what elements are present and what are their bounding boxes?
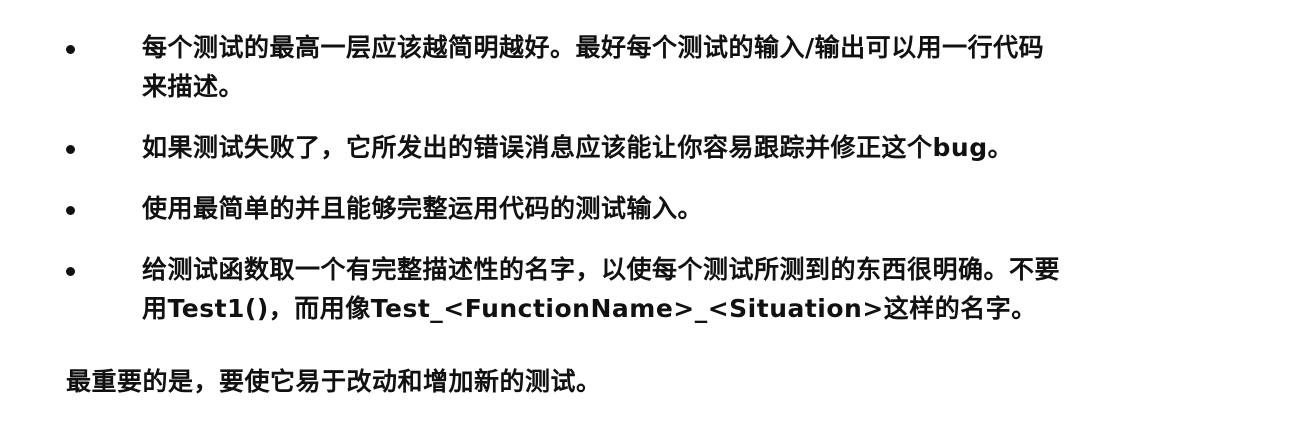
guideline-list: 每个测试的最高一层应该越简明越好。最好每个测试的输入/输出可以用一行代码 来描述… — [0, 28, 1289, 350]
bullet-icon — [66, 45, 75, 54]
list-item: 如果测试失败了，它所发出的错误消息应该能让你容易跟踪并修正这个bug。 — [0, 128, 1289, 167]
bullet-icon — [66, 267, 75, 276]
list-item-text: 使用最简单的并且能够完整运用代码的测试输入。 — [142, 194, 704, 223]
bullet-icon — [66, 206, 75, 215]
list-item-text: 如果测试失败了，它所发出的错误消息应该能让你容易跟踪并修正这个bug。 — [142, 133, 1014, 162]
summary-paragraph: 最重要的是，要使它易于改动和增加新的测试。 — [66, 367, 602, 396]
list-item: 给测试函数取一个有完整描述性的名字，以使每个测试所测到的东西很明确。不要 用Te… — [0, 250, 1289, 328]
list-item: 每个测试的最高一层应该越简明越好。最好每个测试的输入/输出可以用一行代码 来描述… — [0, 28, 1289, 106]
document-page: 每个测试的最高一层应该越简明越好。最好每个测试的输入/输出可以用一行代码 来描述… — [0, 0, 1289, 441]
list-item: 使用最简单的并且能够完整运用代码的测试输入。 — [0, 189, 1289, 228]
list-item-text: 给测试函数取一个有完整描述性的名字，以使每个测试所测到的东西很明确。不要 用Te… — [142, 255, 1061, 323]
bullet-icon — [66, 145, 75, 154]
list-item-text: 每个测试的最高一层应该越简明越好。最好每个测试的输入/输出可以用一行代码 来描述… — [142, 33, 1045, 101]
